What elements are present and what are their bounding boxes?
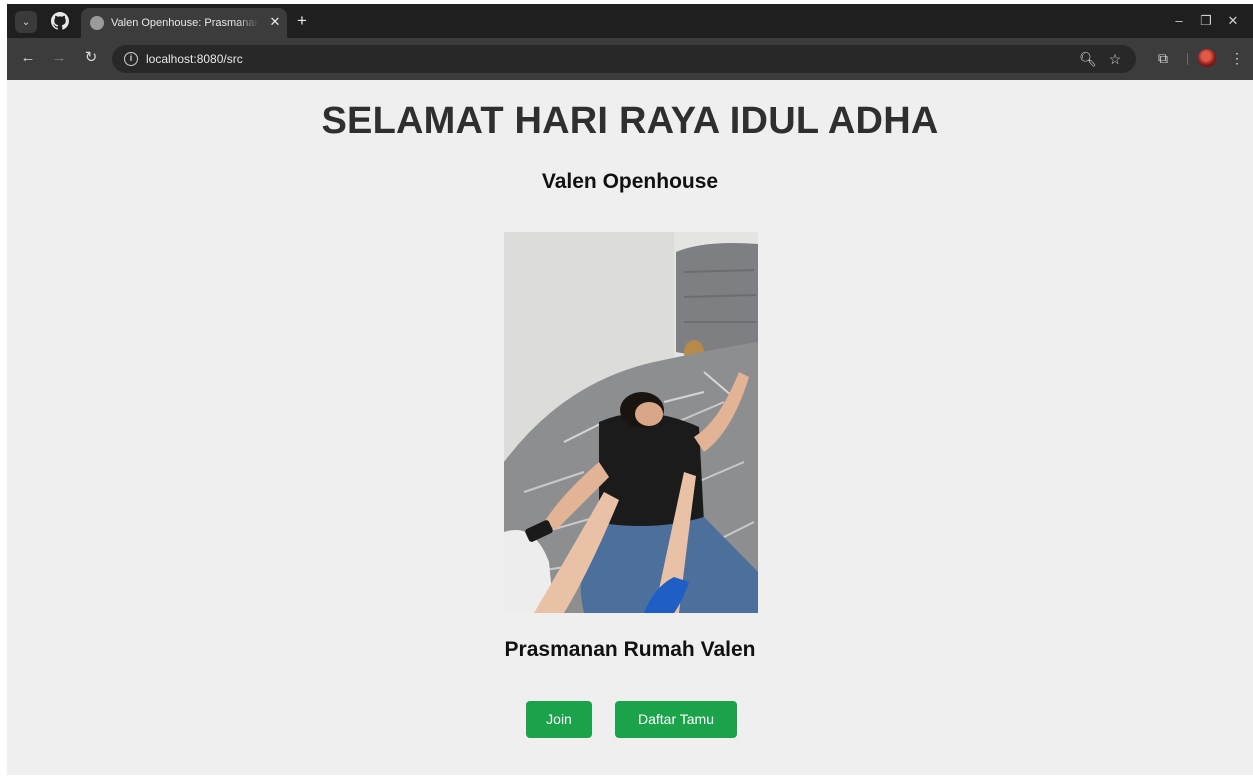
openhouse-photo: [504, 232, 758, 613]
forward-button[interactable]: →: [49, 48, 69, 68]
back-button[interactable]: ←: [18, 48, 38, 68]
browser-tab[interactable]: Valen Openhouse: Prasmanan di ✕: [81, 8, 287, 38]
profile-avatar[interactable]: [1198, 49, 1216, 67]
menu-icon[interactable]: ⋮: [1227, 48, 1247, 68]
tab-title: Valen Openhouse: Prasmanan di: [111, 17, 259, 29]
browser-chrome: ⌄ Valen Openhouse: Prasmanan di ✕ + – ❐ …: [7, 4, 1253, 80]
browser-toolbar: ← → ↻ i localhost:8080/src 🔍︎ ☆ ⧉ ⋮: [7, 38, 1253, 80]
tab-strip: ⌄ Valen Openhouse: Prasmanan di ✕ + – ❐ …: [7, 4, 1253, 38]
reload-button[interactable]: ↻: [81, 48, 101, 68]
page-viewport: SELAMAT HARI RAYA IDUL ADHA Valen Openho…: [7, 80, 1253, 775]
event-caption: Prasmanan Rumah Valen: [504, 638, 756, 661]
tab-close-icon[interactable]: ✕: [267, 14, 283, 30]
minimize-button[interactable]: –: [1167, 10, 1191, 32]
info-icon[interactable]: i: [124, 52, 138, 66]
new-tab-button[interactable]: +: [292, 11, 312, 31]
toolbar-divider: [1187, 53, 1188, 65]
address-bar[interactable]: i localhost:8080/src 🔍︎ ☆: [112, 45, 1136, 73]
page-title: SELAMAT HARI RAYA IDUL ADHA: [321, 100, 939, 142]
url-text[interactable]: localhost:8080/src: [146, 52, 243, 66]
star-icon[interactable]: ☆: [1106, 50, 1124, 68]
restore-button[interactable]: ❐: [1194, 10, 1218, 32]
page-subtitle: Valen Openhouse: [541, 170, 719, 193]
window-close-button[interactable]: ✕: [1221, 10, 1245, 32]
github-icon[interactable]: [51, 12, 69, 30]
globe-icon: [90, 16, 104, 30]
guest-list-button[interactable]: Daftar Tamu: [615, 701, 737, 738]
extensions-icon[interactable]: ⧉: [1153, 48, 1173, 68]
zoom-icon[interactable]: 🔍︎: [1079, 50, 1097, 68]
tab-search-icon[interactable]: ⌄: [15, 11, 37, 33]
join-button[interactable]: Join: [526, 701, 592, 738]
